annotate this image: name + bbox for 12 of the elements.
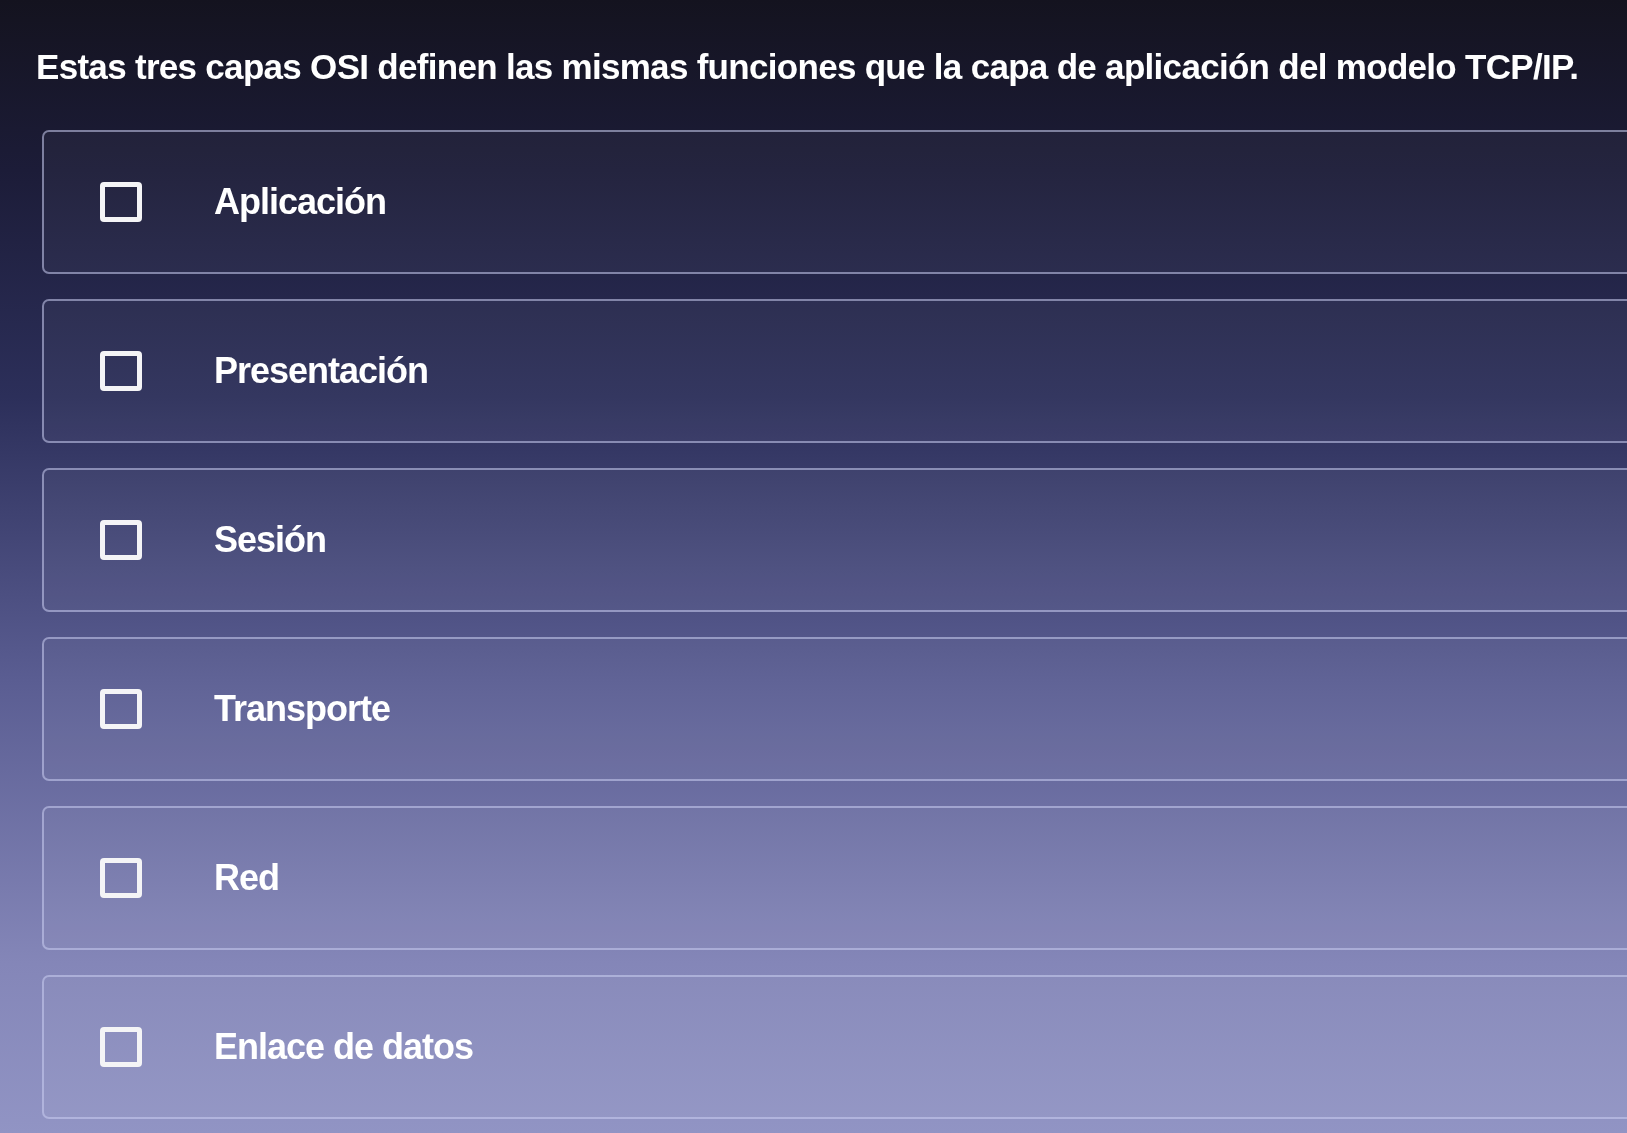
answer-option[interactable]: Sesión	[42, 468, 1627, 612]
question-text: Estas tres capas OSI definen las mismas funciones que la capa de aplicación del modelo TCP/IP.	[36, 46, 1579, 88]
checkbox[interactable]	[100, 858, 142, 898]
answer-option[interactable]: Presentación	[42, 299, 1627, 443]
answer-option[interactable]: Aplicación	[42, 130, 1627, 274]
checkbox[interactable]	[100, 520, 142, 560]
checkbox[interactable]	[100, 689, 142, 729]
answer-option[interactable]: Transporte	[42, 637, 1627, 781]
checkbox[interactable]	[100, 182, 142, 222]
checkbox[interactable]	[100, 351, 142, 391]
answer-option[interactable]: Red	[42, 806, 1627, 950]
checkbox[interactable]	[100, 1027, 142, 1067]
